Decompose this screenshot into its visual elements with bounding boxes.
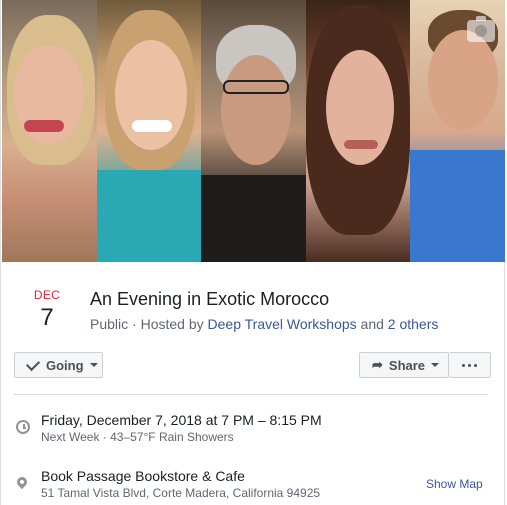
event-weather: Next Week · 43–57°F Rain Showers	[41, 430, 234, 444]
venue-address: 51 Tamal Vista Blvd, Corte Madera, Calif…	[41, 486, 321, 500]
more-options-button[interactable]	[449, 352, 491, 378]
chevron-down-icon	[431, 363, 440, 367]
share-button[interactable]: ➦ Share	[359, 352, 449, 378]
cover-photo	[2, 0, 505, 262]
host-photo	[97, 0, 201, 262]
more-dots-icon	[462, 363, 477, 367]
share-arrow-icon: ➦	[372, 357, 383, 372]
going-button[interactable]: Going	[14, 352, 103, 378]
host-photo	[201, 0, 306, 262]
event-title: An Evening in Exotic Morocco	[90, 289, 330, 309]
venue-name[interactable]: Book Passage Bookstore & Cafe	[41, 468, 245, 484]
host-photo	[306, 0, 410, 262]
clock-icon	[16, 420, 30, 434]
event-date: DEC 7	[28, 288, 66, 332]
host-photo	[410, 0, 505, 262]
hosted-by-text: · Hosted by	[128, 316, 208, 332]
show-map-link[interactable]: Show Map	[426, 477, 483, 491]
chevron-down-icon	[89, 363, 98, 367]
other-hosts-link[interactable]: 2 others	[388, 316, 439, 332]
event-card: DEC 7 An Evening in Exotic Morocco Publi…	[0, 0, 505, 505]
privacy-label: Public	[90, 316, 129, 332]
host-link[interactable]: Deep Travel Workshops	[208, 316, 357, 332]
going-label: Going	[46, 357, 84, 373]
camera-icon[interactable]	[467, 16, 495, 42]
map-pin-icon	[14, 474, 30, 490]
host-photo	[2, 0, 97, 262]
check-icon	[25, 356, 41, 371]
and-text: and	[356, 316, 388, 332]
divider	[14, 394, 488, 395]
event-datetime[interactable]: Friday, December 7, 2018 at 7 PM – 8:15 …	[41, 412, 322, 428]
event-day: 7	[40, 304, 54, 331]
event-month: DEC	[33, 288, 61, 302]
share-label: Share	[388, 357, 426, 373]
event-subtitle: Public · Hosted by Deep Travel Workshops…	[90, 316, 438, 332]
